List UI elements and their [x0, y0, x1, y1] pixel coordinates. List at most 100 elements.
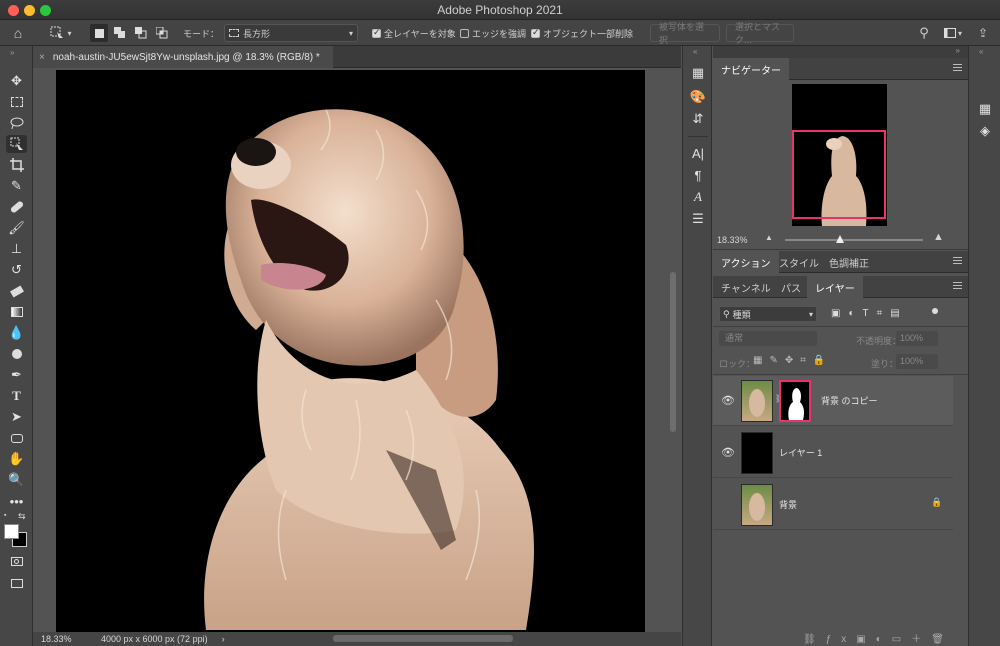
- layers-tabbar: チャンネル パス レイヤー: [713, 276, 968, 298]
- tab-channels[interactable]: チャンネル: [713, 276, 779, 298]
- tab-styles[interactable]: スタイル: [771, 251, 827, 273]
- healing-brush-tool-icon[interactable]: [6, 198, 27, 216]
- navigator-preview[interactable]: [792, 84, 887, 226]
- libraries-panel-icon[interactable]: ▦: [976, 100, 994, 118]
- chevron-down-icon: ▾: [67, 28, 72, 38]
- type-tool-icon[interactable]: T: [6, 387, 27, 405]
- tab-adjustments[interactable]: 色調補正: [821, 251, 877, 273]
- eyedropper-tool-icon[interactable]: ✎: [6, 177, 27, 195]
- object-subtract-checkbox[interactable]: オブジェクト一部削除: [531, 24, 633, 42]
- lasso-tool-icon[interactable]: [6, 114, 27, 132]
- tab-actions[interactable]: アクション: [713, 251, 779, 273]
- share-icon[interactable]: ⇪: [974, 24, 992, 42]
- enhance-edge-checkbox[interactable]: エッジを強調: [460, 24, 526, 42]
- history-brush-tool-icon[interactable]: ↺: [6, 261, 27, 279]
- path-selection-tool-icon[interactable]: ➤: [6, 408, 27, 426]
- paragraph-panel-icon[interactable]: ¶: [689, 166, 707, 184]
- histogram-panel-icon[interactable]: ▦: [689, 64, 707, 82]
- tab-layers[interactable]: レイヤー: [807, 276, 863, 298]
- crop-tool-icon[interactable]: [6, 156, 27, 174]
- chevron-right-icon[interactable]: ›: [222, 634, 225, 644]
- slider-handle[interactable]: [836, 235, 844, 243]
- blur-tool-icon[interactable]: 💧: [6, 324, 27, 342]
- layer-row[interactable]: 👁 背景 🔒: [713, 480, 953, 530]
- layer-thumbnail: [741, 380, 773, 422]
- glyphs-panel-icon[interactable]: A: [689, 188, 707, 206]
- object-selection-tool-icon[interactable]: [6, 135, 27, 153]
- zoom-out-icon[interactable]: ▲: [765, 233, 773, 242]
- foreground-color-swatch[interactable]: [4, 524, 19, 539]
- opacity-input[interactable]: 100%: [896, 331, 938, 346]
- new-selection-button[interactable]: [90, 24, 108, 42]
- intersect-selection-button[interactable]: [153, 24, 171, 42]
- panel-menu-icon[interactable]: [953, 282, 962, 289]
- panel-menu-icon[interactable]: [953, 64, 962, 71]
- search-icon[interactable]: ⚲: [916, 24, 932, 42]
- swap-colors-icon[interactable]: ⇆: [18, 511, 26, 522]
- horizontal-scrollbar-thumb[interactable]: [333, 635, 513, 642]
- hand-tool-icon[interactable]: ✋: [6, 450, 27, 468]
- sample-all-layers-checkbox[interactable]: 全レイヤーを対象: [372, 24, 456, 42]
- add-to-selection-button[interactable]: [111, 24, 129, 42]
- collapse-icon[interactable]: «: [979, 47, 983, 56]
- brush-tool-icon[interactable]: 🖌: [6, 219, 27, 237]
- fill-input[interactable]: 100%: [896, 354, 938, 369]
- layer-filter-select[interactable]: ⚲ 種類 ▾: [719, 306, 817, 322]
- tab-paths[interactable]: パス: [773, 276, 809, 298]
- collapse-icon[interactable]: »: [10, 48, 14, 57]
- more-tools-icon[interactable]: •••: [6, 492, 27, 510]
- clone-stamp-tool-icon[interactable]: ⊥: [6, 240, 27, 258]
- layer-mask-thumbnail[interactable]: [779, 380, 811, 422]
- history-panel-icon[interactable]: ⇵: [689, 110, 707, 128]
- subtract-selection-button[interactable]: [132, 24, 150, 42]
- navigator-view-box[interactable]: [792, 130, 886, 219]
- default-colors-icon[interactable]: ▪: [4, 512, 6, 519]
- layers-panel-actions[interactable]: ⛓ƒx▣◐▭＋🗑: [803, 630, 954, 645]
- eraser-tool-icon[interactable]: [6, 282, 27, 300]
- eye-icon[interactable]: 👁: [721, 446, 735, 460]
- navigator-zoom-row: 18.33% ▲ ▲: [713, 230, 968, 250]
- layers-panel-icon[interactable]: ◈: [976, 122, 994, 140]
- tools-panel: » ✥ ✎ 🖌 ⊥ ↺ 💧 ✒ T ➤ ✋ 🔍 ••• ▪ ⇆: [0, 46, 33, 646]
- properties-panel-icon[interactable]: ☰: [689, 210, 707, 228]
- eye-icon[interactable]: 👁: [721, 394, 735, 408]
- eye-icon[interactable]: 👁: [721, 498, 735, 512]
- close-tab-icon[interactable]: ×: [39, 52, 45, 63]
- character-panel-icon[interactable]: A|: [689, 144, 707, 162]
- tool-preset-picker[interactable]: ▾: [46, 24, 76, 42]
- layer-row[interactable]: 👁 レイヤー 1: [713, 428, 953, 478]
- zoom-in-icon[interactable]: ▲: [933, 231, 944, 243]
- zoom-tool-icon[interactable]: 🔍: [6, 471, 27, 489]
- subtract-selection-icon: [135, 27, 147, 39]
- layer-filter-icons[interactable]: ▣◐T⌗▤: [831, 308, 908, 319]
- quick-mask-icon[interactable]: [6, 552, 27, 570]
- blend-mode-select[interactable]: 通常: [719, 331, 817, 346]
- mode-select[interactable]: 長方形 ▾: [224, 24, 358, 42]
- document-canvas[interactable]: [56, 70, 645, 632]
- vertical-scrollbar[interactable]: [668, 72, 678, 628]
- dodge-tool-icon[interactable]: [6, 345, 27, 363]
- pen-tool-icon[interactable]: ✒: [6, 366, 27, 384]
- select-and-mask-button[interactable]: 選択とマスク...: [726, 22, 794, 45]
- workspace-button[interactable]: ▾: [940, 24, 966, 42]
- collapse-icon[interactable]: «: [693, 47, 697, 56]
- collapsed-panels-strip: « ▦ 🎨 ⇵ A| ¶ A ☰: [682, 46, 712, 646]
- marquee-tool-icon[interactable]: [6, 93, 27, 111]
- scrollbar-thumb[interactable]: [670, 272, 676, 432]
- navigator-zoom-slider[interactable]: [785, 235, 923, 243]
- lock-icons[interactable]: ▦✎✥⌗🔒: [753, 355, 832, 366]
- document-tab[interactable]: × noah-austin-JU5ewSjt8Yw-unsplash.jpg @…: [33, 46, 333, 68]
- screen-mode-icon[interactable]: [6, 574, 27, 592]
- shape-tool-icon[interactable]: [6, 429, 27, 447]
- panel-menu-icon[interactable]: [953, 257, 962, 264]
- object-select-icon: [50, 26, 64, 38]
- swatches-panel-icon[interactable]: 🎨: [689, 88, 707, 106]
- collapse-icon[interactable]: »: [956, 46, 960, 55]
- home-icon[interactable]: ⌂: [8, 24, 28, 42]
- select-subject-button[interactable]: 被写体を選択: [650, 22, 720, 45]
- filter-toggle-icon[interactable]: [932, 308, 938, 314]
- tab-navigator[interactable]: ナビゲーター: [713, 58, 789, 80]
- move-tool-icon[interactable]: ✥: [6, 72, 27, 90]
- gradient-tool-icon[interactable]: [6, 303, 27, 321]
- layer-row[interactable]: 👁 ⛓ 背景 のコピー: [713, 376, 953, 426]
